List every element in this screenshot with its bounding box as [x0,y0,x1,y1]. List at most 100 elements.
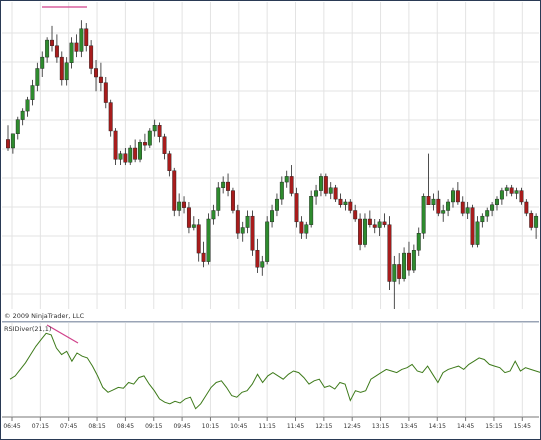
candle-up [265,221,270,262]
candle-down [519,190,524,203]
candle-down [74,42,79,52]
candle-down [426,196,431,205]
time-tick-label: 09:15 [145,423,162,430]
candle-up [441,210,446,214]
candle-down [382,221,387,225]
candle-up [490,204,495,211]
candle-down [455,190,460,203]
chart-canvas: © 2009 NinjaTrader, LLC RSIDiver(21,1) 0… [0,0,541,440]
candle-down [250,215,255,251]
candle-down [397,264,402,279]
candle-down [470,207,475,245]
candle-up [495,198,499,205]
candle-down [289,176,294,194]
candle-up [128,147,133,163]
time-tick-label: 08:15 [88,423,105,430]
candle-down [230,190,235,211]
candle-down [50,39,54,46]
time-tick-label: 13:15 [372,423,389,430]
candle-down [323,176,328,194]
time-tick-label: 11:45 [287,423,304,430]
candle-up [392,264,397,282]
candle-up [10,133,15,149]
candle-up [309,196,314,225]
candle-down [460,201,465,214]
candle-down [59,56,64,81]
candle-up [79,28,84,52]
candle-up [270,210,275,223]
candle-up [480,215,485,223]
candle-down [333,187,338,200]
candle-down [524,201,529,214]
candle-up [118,153,123,160]
candle-up [318,176,323,191]
candle-down [255,250,260,268]
candle-down [201,252,206,262]
candle-up [211,210,216,220]
time-tick-label: 08:45 [117,423,134,430]
candle-up [64,62,69,81]
time-tick-label: 12:15 [315,423,332,430]
candle-down [226,181,231,191]
candle-down [372,224,377,228]
candle-up [465,207,470,214]
time-tick-label: 14:45 [457,423,474,430]
candle-up [147,130,152,146]
candle-down [157,125,162,137]
candle-up [377,221,382,228]
candle-down [196,224,201,254]
candle-up [245,215,250,228]
candle-up [206,218,211,262]
candle-down [54,45,59,58]
candle-up [20,110,25,120]
candle-down [103,82,108,103]
candle-up [15,119,20,134]
candle-up [314,190,319,197]
candle-down [123,153,128,163]
time-tick-label: 07:45 [60,423,77,430]
candle-up [69,42,74,63]
candle-up [138,142,142,160]
candle-up [421,196,426,234]
candle-up [504,187,509,191]
candle-down [94,68,98,78]
candle-up [475,221,480,245]
candle-down [294,193,299,223]
candle-down [509,187,514,194]
candle-up [534,215,539,228]
candle-down [186,207,191,228]
candle-down [6,139,10,149]
candle-up [284,176,289,183]
candle-up [431,198,436,205]
candle-down [387,224,392,282]
candle-down [133,147,138,160]
candle-up [446,201,451,211]
candle-up [343,201,348,206]
candle-down [235,210,240,234]
candle-down [348,201,353,211]
candle-down [182,201,186,208]
candle-up [411,250,416,271]
candle-up [216,187,221,211]
candle-up [499,190,504,200]
candle-down [98,76,103,83]
candle-up [514,190,519,194]
candle-down [172,170,177,211]
candle-down [84,28,89,46]
candle-down [142,142,147,146]
candle-down [367,218,372,225]
candle-up [402,252,407,279]
time-tick-label: 10:45 [230,423,247,430]
time-tick-label: 15:45 [514,423,531,430]
candle-up [40,56,45,69]
time-tick-label: 14:15 [429,423,446,430]
candle-up [304,224,309,234]
copyright-label: © 2009 NinjaTrader, LLC [4,312,85,320]
candle-up [191,224,196,228]
time-tick-label: 15:15 [485,423,502,430]
candle-down [113,130,118,160]
candle-up [221,181,226,188]
candle-up [45,39,50,58]
candle-up [279,181,284,200]
time-tick-label: 13:45 [400,423,417,430]
